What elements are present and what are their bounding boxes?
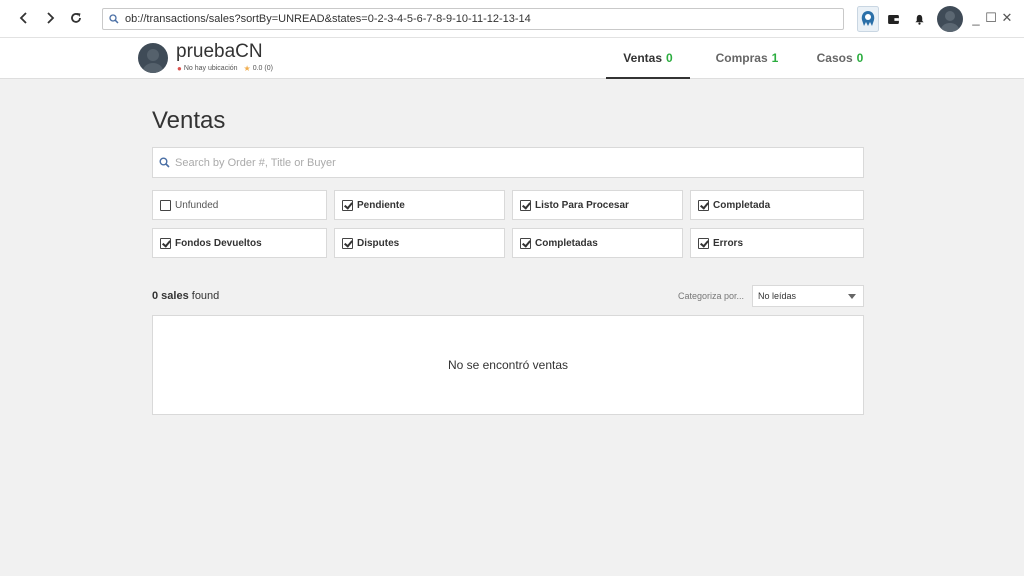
tab-ventas[interactable]: Ventas 0: [606, 38, 690, 79]
filter-unfunded[interactable]: Unfunded: [152, 190, 327, 220]
filter-label: Fondos Devueltos: [175, 237, 262, 249]
search-input[interactable]: [175, 156, 835, 169]
checkbox[interactable]: [520, 199, 531, 211]
back-icon[interactable]: [14, 8, 34, 28]
tab-label: Ventas: [623, 51, 662, 65]
url-text: ob://transactions/sales?sortBy=UNREAD&st…: [125, 13, 531, 25]
filter-label: Pendiente: [357, 199, 405, 211]
tab-label: Compras: [715, 51, 768, 65]
empty-message: No se encontró ventas: [447, 358, 569, 372]
store-avatar[interactable]: [138, 43, 168, 73]
search-icon: [159, 157, 170, 168]
sort-value: No leídas: [758, 291, 797, 301]
checkbox[interactable]: [160, 199, 171, 211]
maximize-icon[interactable]: ☐: [985, 10, 997, 25]
filter-completadas[interactable]: Completadas: [512, 228, 683, 258]
sales-count: 0 sales found: [152, 290, 219, 302]
store-location: No hay ubicación: [183, 65, 238, 72]
profile-header: pruebaCN ● No hay ubicación ★ 0.0 (0) Ve…: [0, 38, 1024, 79]
minimize-icon[interactable]: _: [970, 11, 982, 26]
results-panel: No se encontró ventas: [152, 315, 864, 415]
sort-label: Categoriza por...: [678, 291, 745, 301]
store-rating: 0.0 (0): [252, 65, 273, 72]
avatar[interactable]: [937, 6, 963, 32]
wallet-icon[interactable]: [884, 0, 902, 38]
tab-casos[interactable]: Casos 0: [806, 38, 874, 78]
bell-icon[interactable]: [910, 0, 928, 38]
page-title: Ventas: [152, 107, 226, 134]
openbazaar-icon[interactable]: [857, 6, 879, 32]
filter-listo-para-procesar[interactable]: Listo Para Procesar: [512, 190, 683, 220]
sales-count-suffix: found: [188, 290, 220, 302]
filter-label: Completada: [713, 199, 771, 211]
filter-label: Errors: [713, 237, 744, 249]
star-icon: ★: [243, 64, 251, 73]
browser-toolbar: ob://transactions/sales?sortBy=UNREAD&st…: [0, 0, 1024, 38]
filter-fondos-devueltos[interactable]: Fondos Devueltos: [152, 228, 327, 258]
close-icon[interactable]: ✕: [1001, 10, 1013, 25]
tab-count: 0: [666, 51, 673, 65]
checkbox[interactable]: [342, 199, 353, 211]
store-name[interactable]: pruebaCN: [176, 41, 263, 63]
filter-label: Completadas: [535, 237, 598, 249]
tab-count: 1: [771, 51, 779, 65]
search-box[interactable]: [152, 147, 864, 178]
filter-label: Unfunded: [175, 199, 219, 211]
tab-label: Casos: [816, 51, 853, 65]
checkbox[interactable]: [698, 237, 709, 249]
search-icon: [109, 14, 119, 24]
sales-count-number: 0 sales: [152, 290, 189, 302]
checkbox[interactable]: [698, 199, 709, 211]
filter-pendiente[interactable]: Pendiente: [334, 190, 505, 220]
forward-icon[interactable]: [40, 8, 60, 28]
address-bar[interactable]: ob://transactions/sales?sortBy=UNREAD&st…: [102, 8, 844, 30]
tab-compras[interactable]: Compras 1: [702, 38, 792, 78]
tab-count: 0: [856, 51, 864, 65]
store-meta: ● No hay ubicación ★ 0.0 (0): [177, 64, 273, 73]
filter-errors[interactable]: Errors: [690, 228, 864, 258]
sort-dropdown[interactable]: No leídas: [752, 285, 864, 307]
filter-label: Disputes: [357, 237, 400, 249]
checkbox[interactable]: [520, 237, 531, 249]
checkbox[interactable]: [342, 237, 353, 249]
filter-disputes[interactable]: Disputes: [334, 228, 505, 258]
chevron-down-icon: [848, 294, 856, 299]
reload-icon[interactable]: [66, 8, 86, 28]
location-pin-icon: ●: [177, 64, 182, 73]
filter-completada[interactable]: Completada: [690, 190, 864, 220]
filter-label: Listo Para Procesar: [535, 199, 629, 211]
checkbox[interactable]: [160, 237, 171, 249]
